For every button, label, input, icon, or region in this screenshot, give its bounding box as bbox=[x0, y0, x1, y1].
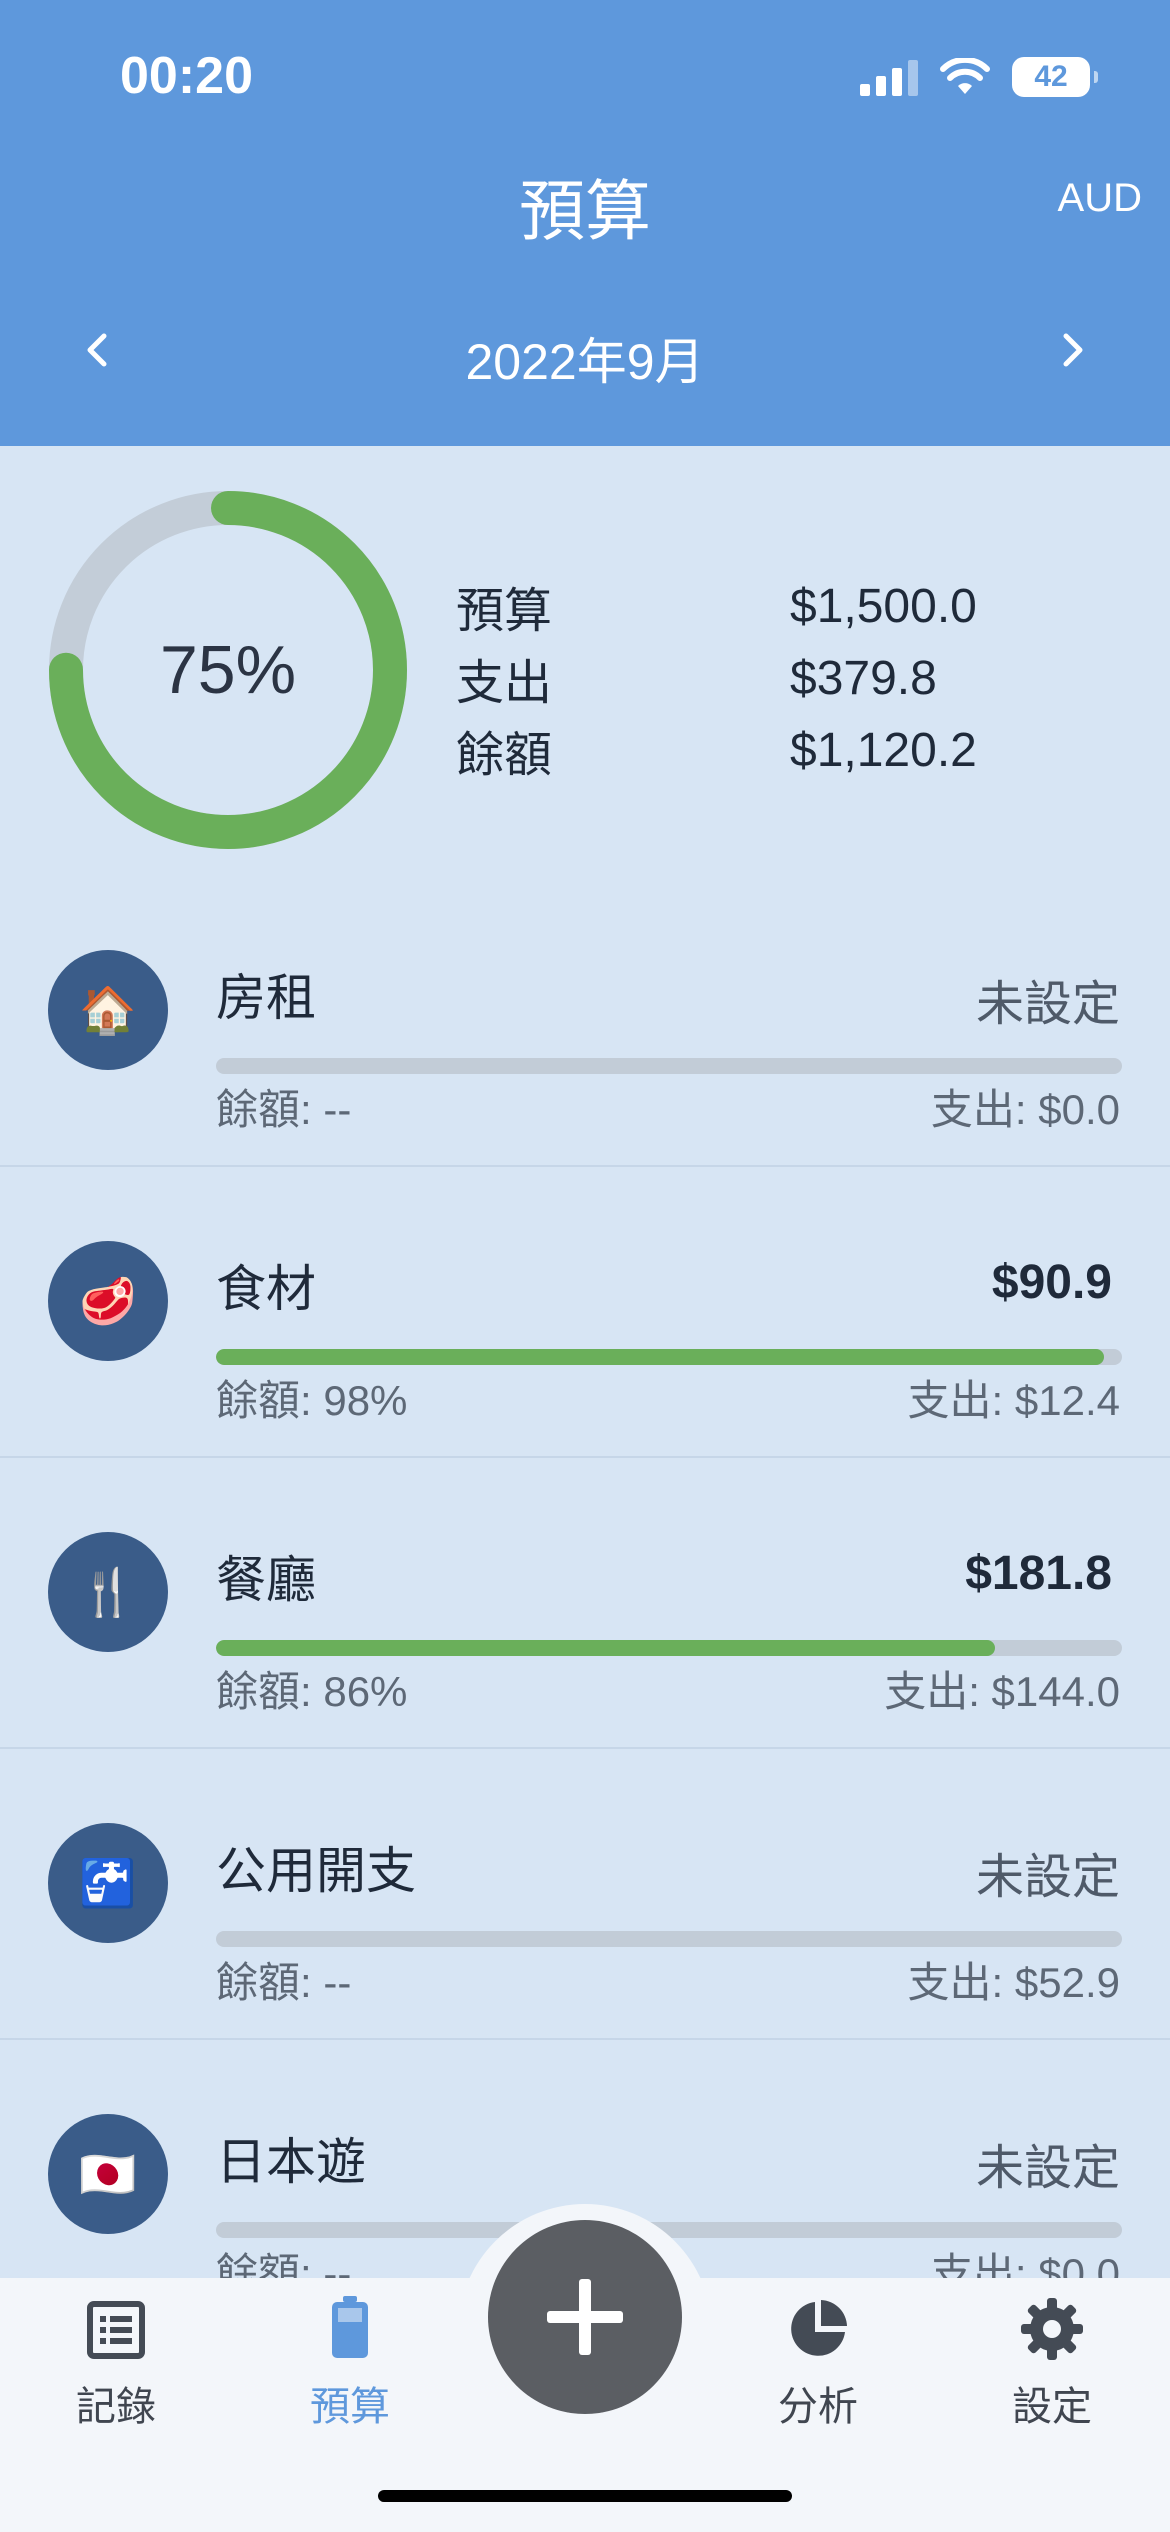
category-list: 🏠 房租 未設定 餘額: -- 支出: $0.0 🥩 食材 $90.9 餘額: … bbox=[0, 876, 1170, 2331]
wifi-icon bbox=[940, 58, 990, 94]
summary-label: 預算 bbox=[456, 585, 553, 638]
category-budget: 未設定 bbox=[975, 2142, 1120, 2195]
category-budget: $181.8 bbox=[965, 1547, 1112, 1600]
summary-value: $379.8 bbox=[790, 651, 937, 705]
fork-knife-icon: 🍴 bbox=[48, 1532, 168, 1652]
summary-row-remaining: 餘額 $1,120.2 bbox=[456, 714, 1056, 786]
currency-button[interactable]: AUD bbox=[1058, 176, 1142, 221]
app-header: 00:20 42 預算 AUD 2022年9月 bbox=[0, 0, 1170, 446]
budget-summary: 75% 預算 $1,500.0 支出 $379.8 餘額 $1,120.2 bbox=[0, 446, 1170, 866]
tab-label: 設定 bbox=[1012, 2385, 1092, 2429]
summary-rows: 預算 $1,500.0 支出 $379.8 餘額 $1,120.2 bbox=[456, 570, 1056, 786]
donut-percent: 75% bbox=[159, 632, 297, 708]
tab-label: 記錄 bbox=[76, 2385, 156, 2429]
battery-budget-icon bbox=[332, 2296, 368, 2358]
category-name: 餐廳 bbox=[216, 1552, 316, 1608]
month-selector: 2022年9月 bbox=[0, 310, 1170, 390]
category-progress-bar bbox=[216, 1640, 1122, 1656]
category-budget: 未設定 bbox=[975, 1851, 1120, 1904]
category-spent: 支出: $12.4 bbox=[907, 1377, 1120, 1424]
list-icon bbox=[87, 2301, 145, 2359]
month-label[interactable]: 2022年9月 bbox=[0, 322, 1170, 394]
summary-value: $1,120.2 bbox=[790, 723, 977, 777]
battery-level: 42 bbox=[1034, 60, 1068, 93]
category-row-restaurant[interactable]: 🍴 餐廳 $181.8 餘額: 86% 支出: $144.0 bbox=[0, 1458, 1170, 1749]
category-name: 房租 bbox=[216, 970, 316, 1026]
category-row-rent[interactable]: 🏠 房租 未設定 餘額: -- 支出: $0.0 bbox=[0, 876, 1170, 1167]
summary-row-spent: 支出 $379.8 bbox=[456, 642, 1056, 714]
japan-flag-icon: 🇯🇵 bbox=[48, 2114, 168, 2234]
category-spent: 支出: $0.0 bbox=[930, 1086, 1120, 1133]
status-icons: 42 bbox=[860, 54, 1098, 100]
house-icon: 🏠 bbox=[48, 950, 168, 1070]
category-remaining: 餘額: 86% bbox=[216, 1668, 408, 1715]
cellular-signal-icon bbox=[860, 58, 918, 96]
summary-label: 支出 bbox=[456, 657, 553, 710]
tab-label: 預算 bbox=[310, 2385, 390, 2429]
page-title: 預算 bbox=[519, 174, 651, 248]
category-budget: $90.9 bbox=[991, 1256, 1112, 1309]
pie-chart-icon bbox=[791, 2300, 847, 2356]
tab-label: 分析 bbox=[778, 2385, 858, 2429]
category-budget: 未設定 bbox=[975, 978, 1120, 1031]
tab-settings[interactable]: 設定 bbox=[962, 2290, 1142, 2432]
category-row-utilities[interactable]: 🚰 公用開支 未設定 餘額: -- 支出: $52.9 bbox=[0, 1749, 1170, 2040]
category-remaining: 餘額: -- bbox=[216, 1086, 352, 1133]
gear-icon bbox=[1021, 2298, 1083, 2360]
progress-fill bbox=[216, 1349, 1104, 1365]
battery-icon: 42 bbox=[1012, 57, 1098, 97]
category-name: 日本遊 bbox=[216, 2134, 366, 2190]
home-indicator bbox=[378, 2490, 792, 2502]
status-time: 00:20 bbox=[120, 47, 253, 105]
summary-label: 餘額 bbox=[456, 729, 553, 782]
tab-records[interactable]: 記錄 bbox=[26, 2290, 206, 2432]
category-remaining: 餘額: 98% bbox=[216, 1377, 408, 1424]
tab-budget[interactable]: 預算 bbox=[260, 2290, 440, 2432]
category-progress-bar bbox=[216, 1931, 1122, 1947]
category-progress-bar bbox=[216, 1058, 1122, 1074]
summary-row-budget: 預算 $1,500.0 bbox=[456, 570, 1056, 642]
summary-value: $1,500.0 bbox=[790, 579, 977, 633]
category-progress-bar bbox=[216, 1349, 1122, 1365]
meat-icon: 🥩 bbox=[48, 1241, 168, 1361]
plus-icon bbox=[547, 2279, 623, 2355]
progress-fill bbox=[216, 1640, 996, 1656]
category-name: 食材 bbox=[216, 1261, 316, 1317]
category-spent: 支出: $144.0 bbox=[884, 1668, 1120, 1715]
add-button[interactable] bbox=[488, 2220, 682, 2414]
category-spent: 支出: $52.9 bbox=[907, 1959, 1120, 2006]
chevron-right-icon[interactable] bbox=[1052, 330, 1092, 370]
faucet-icon: 🚰 bbox=[48, 1823, 168, 1943]
category-name: 公用開支 bbox=[216, 1843, 416, 1899]
tab-analysis[interactable]: 分析 bbox=[728, 2290, 908, 2432]
category-remaining: 餘額: -- bbox=[216, 1959, 352, 2006]
category-row-groceries[interactable]: 🥩 食材 $90.9 餘額: 98% 支出: $12.4 bbox=[0, 1167, 1170, 1458]
